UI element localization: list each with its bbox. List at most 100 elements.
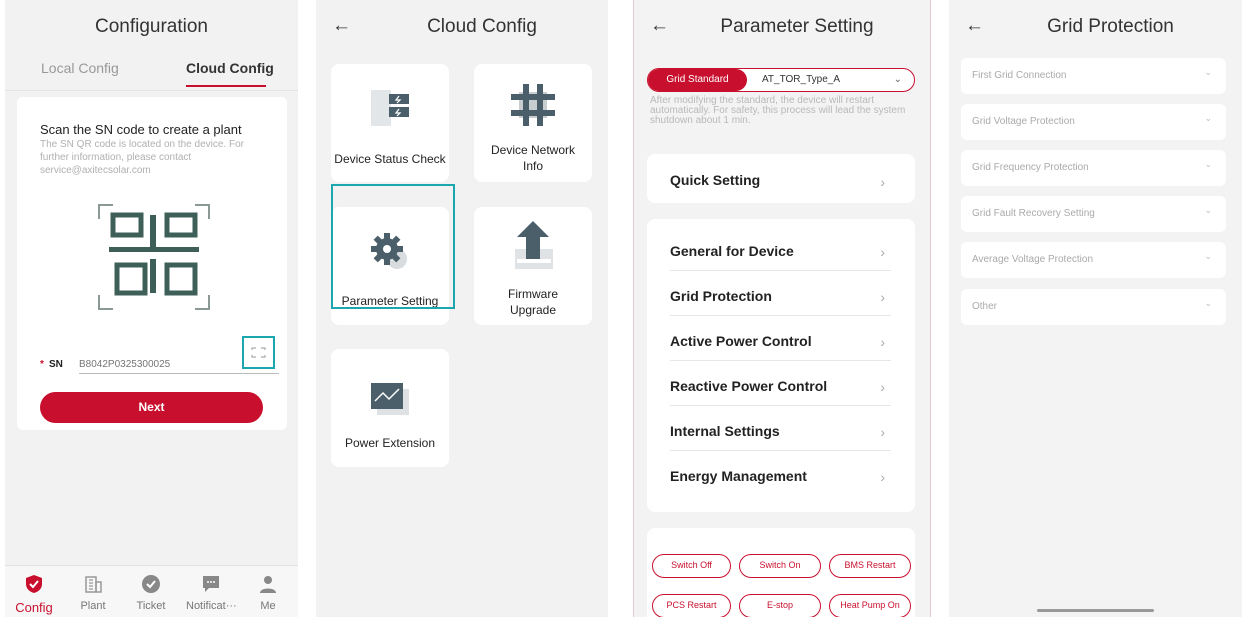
item-other[interactable]: Other ⌄: [961, 289, 1226, 325]
menu-grid-protection[interactable]: Grid Protection ›: [647, 271, 915, 316]
quick-setting-row[interactable]: Quick Setting ›: [647, 154, 915, 203]
menu-active-power-control[interactable]: Active Power Control ›: [647, 316, 915, 361]
upload-icon: [515, 221, 553, 269]
tile-firmware-upgrade[interactable]: Firmware Upgrade: [474, 207, 592, 325]
item-grid-frequency-protection[interactable]: Grid Frequency Protection ⌄: [961, 150, 1226, 186]
chevron-down-icon: ⌄: [1204, 67, 1212, 77]
divider: [5, 90, 298, 91]
building-icon: [85, 576, 102, 593]
item-label: First Grid Connection: [972, 70, 1067, 81]
nav-me[interactable]: Me: [243, 574, 293, 612]
tile-label: Power Extension: [344, 436, 436, 450]
page-title: Configuration: [94, 16, 209, 37]
home-indicator: [1037, 609, 1154, 612]
device-status-icon: [371, 90, 409, 126]
pcs-restart-button[interactable]: PCS Restart: [652, 594, 731, 617]
e-stop-button[interactable]: E-stop: [739, 594, 821, 617]
chevron-down-icon: ⌄: [1204, 205, 1212, 215]
menu-label: Active Power Control: [670, 333, 812, 349]
page-title: Cloud Config: [427, 16, 537, 37]
required-marker: *: [40, 359, 44, 370]
nav-label-config: Config: [15, 600, 53, 615]
nav-label-me: Me: [260, 600, 276, 612]
check-circle-icon: [142, 575, 160, 593]
chevron-right-icon: ›: [880, 424, 885, 440]
sn-label: SN: [49, 359, 63, 370]
restart-notice: After modifying the standard, the device…: [650, 95, 906, 126]
menu-general-for-device[interactable]: General for Device ›: [647, 226, 915, 271]
chevron-down-icon: ⌄: [1204, 298, 1212, 308]
tab-local-config[interactable]: Local Config: [41, 60, 119, 76]
item-label: Other: [972, 301, 998, 312]
back-arrow-icon[interactable]: ←: [332, 15, 351, 37]
bottom-navigation: Config Plant Ticket Notificat··· Me: [5, 565, 298, 617]
qr-scan-icon[interactable]: [95, 201, 213, 313]
item-label: Grid Voltage Protection: [972, 116, 1075, 127]
grid-protection-screen: ← Grid Protection First Grid Connection …: [949, 0, 1242, 617]
scan-title: Scan the SN code to create a plant: [40, 122, 242, 137]
device-actions: Switch Off Switch On BMS Restart PCS Res…: [647, 528, 915, 617]
chevron-right-icon: ›: [880, 379, 885, 395]
item-label: Grid Fault Recovery Setting: [972, 208, 1095, 219]
item-label: Average Voltage Protection: [972, 254, 1094, 265]
configuration-screen: Configuration Local Config Cloud Config …: [5, 0, 298, 617]
page-title: Parameter Setting: [720, 16, 874, 37]
menu-energy-management[interactable]: Energy Management ›: [647, 451, 915, 496]
parameter-menu: General for Device › Grid Protection › A…: [647, 219, 915, 512]
menu-label: Grid Protection: [670, 288, 772, 304]
item-grid-voltage-protection[interactable]: Grid Voltage Protection ⌄: [961, 104, 1226, 140]
switch-on-button[interactable]: Switch On: [739, 554, 821, 578]
chevron-right-icon: ›: [880, 289, 885, 305]
tab-cloud-config[interactable]: Cloud Config: [186, 60, 274, 76]
nav-label-plant: Plant: [80, 600, 106, 612]
item-average-voltage-protection[interactable]: Average Voltage Protection ⌄: [961, 242, 1226, 278]
grid-standard-value: AT_TOR_Type_A: [762, 74, 840, 85]
next-button[interactable]: Next: [40, 392, 263, 423]
menu-label: Energy Management: [670, 468, 807, 484]
item-first-grid-connection[interactable]: First Grid Connection ⌄: [961, 58, 1226, 94]
chevron-down-icon: ⌄: [1204, 113, 1212, 123]
chevron-down-icon: ⌄: [1204, 251, 1212, 261]
chevron-down-icon: ⌄: [1204, 159, 1212, 169]
scan-card: Scan the SN code to create a plant The S…: [17, 97, 287, 430]
heat-pump-on-button[interactable]: Heat Pump On: [829, 594, 911, 617]
tile-device-status-check[interactable]: Device Status Check: [331, 64, 449, 182]
menu-label: Reactive Power Control: [670, 378, 828, 394]
nav-config[interactable]: Config: [9, 574, 59, 615]
person-icon: [260, 576, 276, 593]
tile-device-network-info[interactable]: Device Network Info: [474, 64, 592, 182]
chevron-right-icon: ›: [880, 469, 885, 485]
chevron-right-icon: ›: [880, 174, 885, 190]
nav-label-notifications: Notificat···: [186, 600, 236, 612]
menu-reactive-power-control[interactable]: Reactive Power Control ›: [647, 361, 915, 406]
chevron-right-icon: ›: [880, 244, 885, 260]
scan-description: The SN QR code is located on the device.…: [40, 139, 244, 176]
chevron-right-icon: ›: [880, 334, 885, 350]
parameter-setting-screen: ← Parameter Setting Grid Standard AT_TOR…: [633, 0, 931, 617]
nav-notifications[interactable]: Notificat···: [186, 574, 236, 612]
config-tabs: Local Config Cloud Config: [5, 60, 298, 90]
page-title: Grid Protection: [1047, 16, 1174, 37]
shield-check-icon: [26, 575, 42, 593]
scan-code-button[interactable]: [242, 336, 275, 369]
menu-label: Internal Settings: [670, 423, 780, 439]
scan-frame-icon: [251, 347, 266, 358]
tile-label: Firmware Upgrade: [508, 287, 558, 317]
menu-internal-settings[interactable]: Internal Settings ›: [647, 406, 915, 451]
item-grid-fault-recovery-setting[interactable]: Grid Fault Recovery Setting ⌄: [961, 196, 1226, 232]
menu-label: General for Device: [670, 243, 794, 259]
network-icon: [511, 84, 555, 126]
switch-off-button[interactable]: Switch Off: [652, 554, 731, 578]
bms-restart-button[interactable]: BMS Restart: [829, 554, 911, 578]
tile-label: Device Network Info: [490, 143, 576, 173]
tile-label: Device Status Check: [334, 152, 446, 166]
nav-label-ticket: Ticket: [136, 600, 166, 612]
grid-standard-select[interactable]: Grid Standard AT_TOR_Type_A ⌄: [647, 68, 915, 92]
quick-setting-label: Quick Setting: [670, 172, 761, 188]
chat-icon: [203, 576, 219, 592]
tile-power-extension[interactable]: Power Extension: [331, 349, 449, 467]
chart-monitor-icon: [371, 383, 409, 415]
nav-plant[interactable]: Plant: [68, 574, 118, 612]
nav-ticket[interactable]: Ticket: [126, 574, 176, 612]
chevron-down-icon: ⌄: [893, 74, 902, 85]
